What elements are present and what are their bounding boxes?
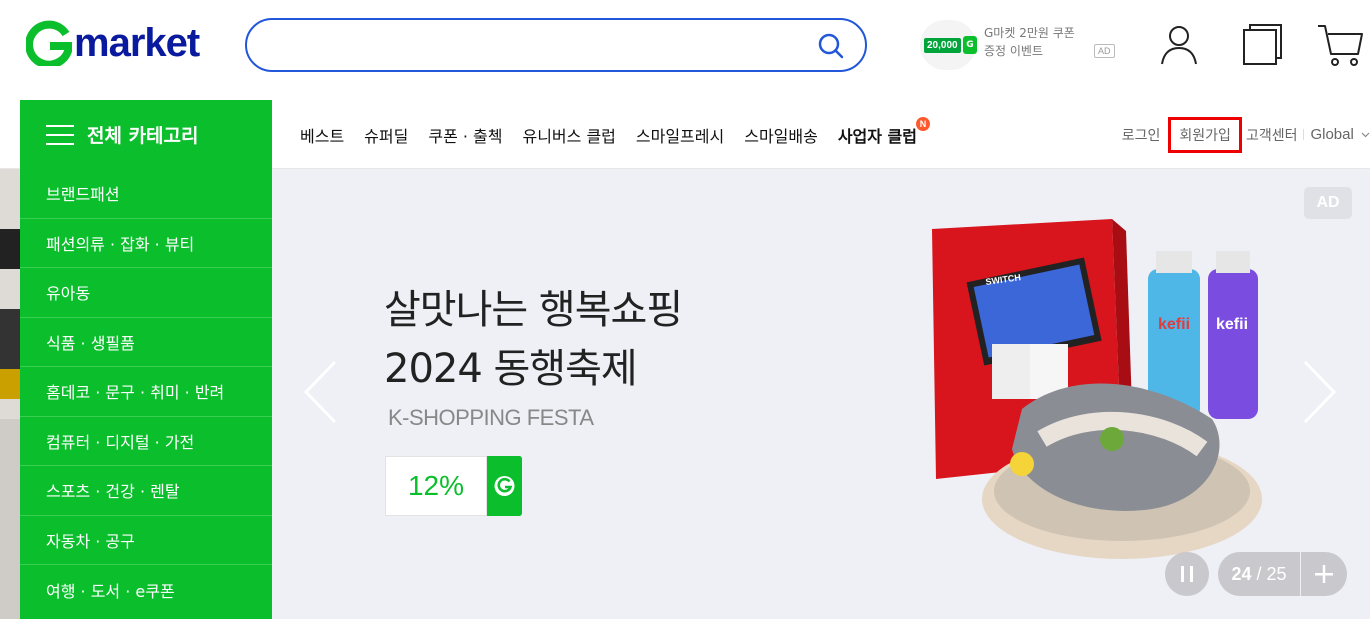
- gmarket-g-logo-icon: [26, 20, 72, 66]
- promo-text: G마켓 2만원 쿠폰 증정 이벤트: [984, 24, 1075, 60]
- g-logo-badge-icon: [487, 456, 522, 516]
- sidebar-item-brand-fashion[interactable]: 브랜드패션: [20, 169, 272, 219]
- nav-link-coupon[interactable]: 쿠폰 · 출첵: [428, 123, 502, 147]
- all-categories-label: 전체 카테고리: [87, 125, 199, 147]
- sidebar-item-fashion-beauty[interactable]: 패션의류 · 잡화 · 뷰티: [20, 219, 272, 268]
- sidebar-item-kids[interactable]: 유아동: [20, 268, 272, 318]
- sidebar-item-food[interactable]: 식품 · 생필품: [20, 318, 272, 367]
- gmarket-logo[interactable]: market: [26, 18, 200, 68]
- kefii-label-2: kefii: [1216, 316, 1248, 333]
- business-club-label: 사업자 클럽: [837, 126, 917, 146]
- nav-link-best[interactable]: 베스트: [300, 123, 344, 147]
- hamburger-icon: [46, 124, 74, 145]
- banner-headline-2: 2024 동행축제: [384, 346, 638, 392]
- login-link[interactable]: 로그인: [1122, 125, 1161, 145]
- new-badge: N: [916, 116, 930, 131]
- coupon-promo-ad[interactable]: 20,000 G G마켓 2만원 쿠폰 증정 이벤트 AD: [920, 18, 1120, 74]
- total-slides: 25: [1266, 564, 1287, 584]
- current-slide: 24: [1231, 564, 1252, 584]
- logo-text: market: [74, 21, 200, 65]
- main-nav: 전체 카테고리 베스트 슈퍼딜 쿠폰 · 출첵 유니버스 클럽 스마일프레시 스…: [0, 100, 1370, 169]
- view-all-slides-button[interactable]: [1301, 552, 1347, 596]
- header: market 20,000 G G마켓 2만원 쿠폰 증정 이벤트 AD: [0, 0, 1370, 100]
- nav-link-business-club[interactable]: 사업자 클럽 N: [837, 116, 930, 147]
- search-bar: [245, 18, 867, 72]
- banner-subtitle: K-SHOPPING FESTA: [388, 405, 594, 430]
- category-sidebar: 브랜드패션 패션의류 · 잡화 · 뷰티 유아동 식품 · 생필품 홈데코 · …: [20, 169, 272, 619]
- product-image: SWITCH kefii kefii: [932, 219, 1262, 559]
- sidebar-item-auto[interactable]: 자동차 · 공구: [20, 516, 272, 565]
- nav-links: 베스트 슈퍼딜 쿠폰 · 출첵 유니버스 클럽 스마일프레시 스마일배송 사업자…: [300, 100, 937, 169]
- banner-headline-1: 살맛나는 행복쇼핑: [384, 287, 683, 333]
- cart-icon[interactable]: [1316, 20, 1364, 68]
- main-banner[interactable]: 살맛나는 행복쇼핑 2024 동행축제 K-SHOPPING FESTA 12%…: [272, 169, 1370, 619]
- divider: [1303, 129, 1305, 140]
- kefii-label-1: kefii: [1158, 316, 1190, 333]
- search-input[interactable]: [269, 30, 809, 60]
- signup-link[interactable]: 회원가입: [1179, 128, 1231, 144]
- nav-link-smile-delivery[interactable]: 스마일배송: [744, 123, 818, 147]
- promo-amount: 20,000: [924, 38, 961, 53]
- left-edge-image: [0, 169, 20, 619]
- sidebar-item-travel[interactable]: 여행 · 도서 · e쿠폰: [20, 565, 272, 615]
- sidebar-item-sports[interactable]: 스포츠 · 건강 · 렌탈: [20, 466, 272, 516]
- global-dropdown[interactable]: Global: [1310, 126, 1370, 143]
- promo-g-badge: G: [963, 36, 977, 54]
- signup-highlight-box: 회원가입: [1168, 116, 1242, 153]
- all-categories-button[interactable]: 전체 카테고리: [20, 100, 272, 169]
- pause-icon: [1181, 566, 1193, 582]
- slide-counter: 24 / 25: [1218, 552, 1300, 596]
- discount-badge: 12%: [385, 456, 487, 516]
- search-icon[interactable]: [815, 30, 847, 62]
- pause-button[interactable]: [1165, 552, 1209, 596]
- slide-separator: /: [1251, 564, 1267, 584]
- plus-icon: [1315, 565, 1333, 583]
- promo-ad-badge: AD: [1094, 44, 1115, 58]
- utility-links: 로그인 회원가입 고객센터 Global: [1122, 100, 1370, 169]
- global-label: Global: [1310, 126, 1354, 143]
- customer-center-link[interactable]: 고객센터: [1246, 125, 1298, 145]
- prev-slide-icon[interactable]: [302, 359, 338, 425]
- promo-line1: G마켓 2만원 쿠폰: [984, 26, 1075, 40]
- recent-items-icon[interactable]: [1240, 20, 1284, 68]
- promo-line2: 증정 이벤트: [984, 44, 1044, 58]
- nav-link-superdeal[interactable]: 슈퍼딜: [364, 123, 408, 147]
- nav-link-smile-fresh[interactable]: 스마일프레시: [636, 123, 724, 147]
- sidebar-item-home-hobby[interactable]: 홈데코 · 문구 · 취미 · 반려: [20, 367, 272, 417]
- chevron-down-icon: [1361, 132, 1370, 138]
- sidebar-item-digital[interactable]: 컴퓨터 · 디지털 · 가전: [20, 417, 272, 466]
- nav-link-universe-club[interactable]: 유니버스 클럽: [522, 123, 615, 147]
- user-icon[interactable]: [1157, 20, 1201, 68]
